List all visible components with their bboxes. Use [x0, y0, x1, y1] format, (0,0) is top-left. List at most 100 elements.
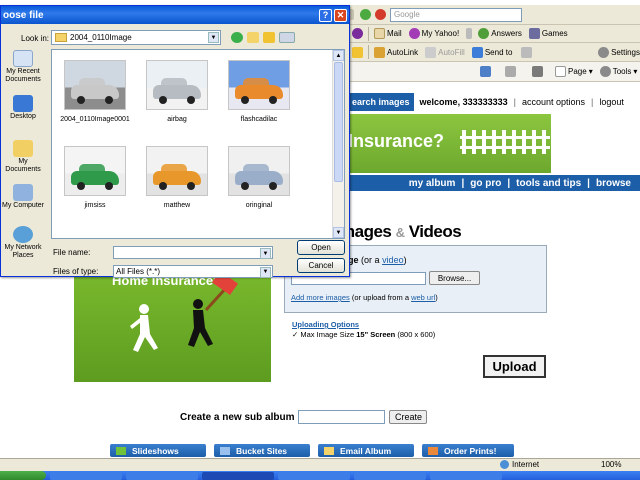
autolink-button[interactable]: AutoLink	[374, 46, 418, 58]
print-icon[interactable]	[532, 66, 543, 77]
chevron-down-icon[interactable]: ▼	[208, 32, 219, 43]
page-title: mages & Videos	[340, 222, 462, 241]
settings-button[interactable]: Settings	[598, 46, 640, 58]
stop-icon[interactable]	[375, 9, 386, 20]
image-thumbnail	[228, 146, 290, 196]
up-folder-icon[interactable]	[247, 32, 259, 43]
sub-album-name-input[interactable]	[298, 410, 386, 424]
place-my-documents[interactable]: My Documents	[1, 140, 45, 174]
taskbar-item[interactable]	[430, 471, 502, 480]
page-menu-button[interactable]: Page ▾	[555, 66, 593, 77]
send-to-button[interactable]: Send to	[471, 46, 512, 58]
open-button[interactable]: Open	[297, 240, 345, 255]
tools-menu-button[interactable]: Tools ▾	[599, 66, 637, 77]
games-button[interactable]: Games	[528, 28, 568, 39]
account-options-link[interactable]: account options	[522, 97, 585, 107]
file-list-scrollbar[interactable]: ▲ ▼	[332, 50, 344, 238]
toolbar-separator	[368, 26, 369, 41]
back-arrow-icon[interactable]	[231, 32, 243, 43]
taskbar-item[interactable]	[50, 471, 122, 480]
new-folder-icon[interactable]	[263, 32, 275, 43]
autolink-icon	[374, 46, 385, 58]
place-my-network-places[interactable]: My Network Places	[1, 226, 45, 260]
my-yahoo-button[interactable]: My Yahoo!	[408, 28, 459, 39]
file-thumbnail[interactable]: 2004_0110Image0001	[60, 60, 130, 123]
file-thumbnail[interactable]: flashcadilac	[224, 60, 294, 123]
yahoo-purple-icon[interactable]	[352, 28, 363, 39]
welcome-text: welcome, 333333333	[419, 97, 508, 107]
google-search-input[interactable]: Google	[390, 7, 522, 22]
games-icon	[528, 28, 540, 39]
folder-icon	[55, 33, 67, 42]
nav-go-pro[interactable]: go pro	[470, 178, 501, 189]
place-recent-documents[interactable]: My Recent Documents	[1, 50, 45, 84]
close-button[interactable]: ✕	[334, 8, 347, 22]
dropdown-icon[interactable]	[466, 28, 473, 39]
view-menu-icon[interactable]	[279, 32, 295, 43]
nav-browse[interactable]: browse	[596, 178, 631, 189]
taskbar-item[interactable]	[126, 471, 198, 480]
taskbar-item-active[interactable]	[202, 471, 274, 480]
separator: |	[513, 97, 516, 107]
nav-tools-and-tips[interactable]: tools and tips	[516, 178, 581, 189]
taskbar-item[interactable]	[278, 471, 350, 480]
file-thumbnail[interactable]: jimsiss	[60, 146, 130, 209]
scrollbar-thumb[interactable]	[334, 62, 343, 182]
start-button[interactable]	[0, 471, 46, 480]
place-desktop[interactable]: Desktop	[1, 95, 45, 121]
pen-icon[interactable]	[521, 46, 533, 58]
cancel-button[interactable]: Cancel	[297, 258, 345, 273]
recent-documents-icon	[13, 50, 33, 67]
image-thumbnail	[146, 146, 208, 196]
chevron-down-icon[interactable]: ▼	[260, 248, 271, 259]
mail-button[interactable]: Mail	[374, 28, 402, 39]
scroll-down-icon[interactable]: ▼	[333, 227, 344, 238]
email-icon	[324, 446, 334, 455]
video-link[interactable]: video	[382, 255, 404, 265]
add-more-images-link[interactable]: Add more images	[291, 293, 350, 302]
banner-text: Insurance?	[348, 131, 445, 151]
slideshows-button[interactable]: Slideshows	[110, 444, 206, 457]
refresh-icon[interactable]	[360, 9, 371, 20]
file-thumbnail[interactable]: matthew	[142, 146, 212, 209]
feature-buttons: Slideshows Bucket Sites Email Album Orde…	[110, 444, 514, 457]
look-in-select[interactable]: 2004_0110Image ▼	[51, 30, 221, 45]
feeds-icon[interactable]	[505, 66, 516, 77]
logout-link[interactable]: logout	[599, 97, 624, 107]
create-button[interactable]: Create	[389, 410, 428, 424]
file-thumbnail[interactable]: oringinal	[224, 146, 294, 209]
file-thumbnail[interactable]: airbag	[142, 60, 212, 123]
zoom-level[interactable]: 100%	[601, 460, 621, 469]
help-button[interactable]: ?	[319, 8, 332, 22]
home-icon[interactable]	[480, 66, 491, 77]
dialog-title-bar[interactable]: oose file ? ✕	[1, 6, 349, 24]
search-images-button[interactable]: earch images	[348, 93, 414, 111]
place-my-computer[interactable]: My Computer	[1, 184, 45, 210]
max-image-size[interactable]: ✓ Max Image Size 15" Screen (800 x 600)	[292, 330, 435, 339]
autofill-button[interactable]: AutoFill	[425, 46, 465, 58]
bucket-sites-icon	[220, 446, 230, 455]
choose-file-dialog: oose file ? ✕ Look in: 2004_0110Image ▼ …	[0, 5, 350, 278]
slideshow-icon	[116, 446, 126, 455]
bookmark-star-icon[interactable]	[352, 46, 363, 58]
upload-button[interactable]: Upload	[483, 355, 546, 378]
email-album-button[interactable]: Email Album	[318, 444, 414, 457]
web-url-link[interactable]: web url	[411, 293, 435, 302]
browse-button[interactable]: Browse...	[429, 271, 480, 285]
answers-button[interactable]: Answers	[478, 28, 522, 39]
bucket-sites-button[interactable]: Bucket Sites	[214, 444, 310, 457]
uploading-options-link[interactable]: Uploading Options	[292, 320, 359, 329]
home-insurance-ad[interactable]: Home Insurance?	[74, 262, 271, 382]
image-thumbnail	[64, 146, 126, 196]
insurance-banner-ad[interactable]: Insurance?	[348, 114, 551, 173]
nav-my-album[interactable]: my album	[409, 178, 456, 189]
scroll-up-icon[interactable]: ▲	[333, 50, 344, 61]
order-prints-button[interactable]: Order Prints!	[422, 444, 514, 457]
add-more-line: Add more images (or upload from a web ur…	[291, 293, 438, 302]
file-name-input[interactable]: ▼	[113, 246, 273, 259]
my-computer-icon	[13, 184, 33, 201]
taskbar-item[interactable]	[354, 471, 426, 480]
files-of-type-select[interactable]: All Files (*.*) ▼	[113, 265, 273, 278]
chevron-down-icon[interactable]: ▼	[260, 267, 271, 278]
image-thumbnail	[228, 60, 290, 110]
